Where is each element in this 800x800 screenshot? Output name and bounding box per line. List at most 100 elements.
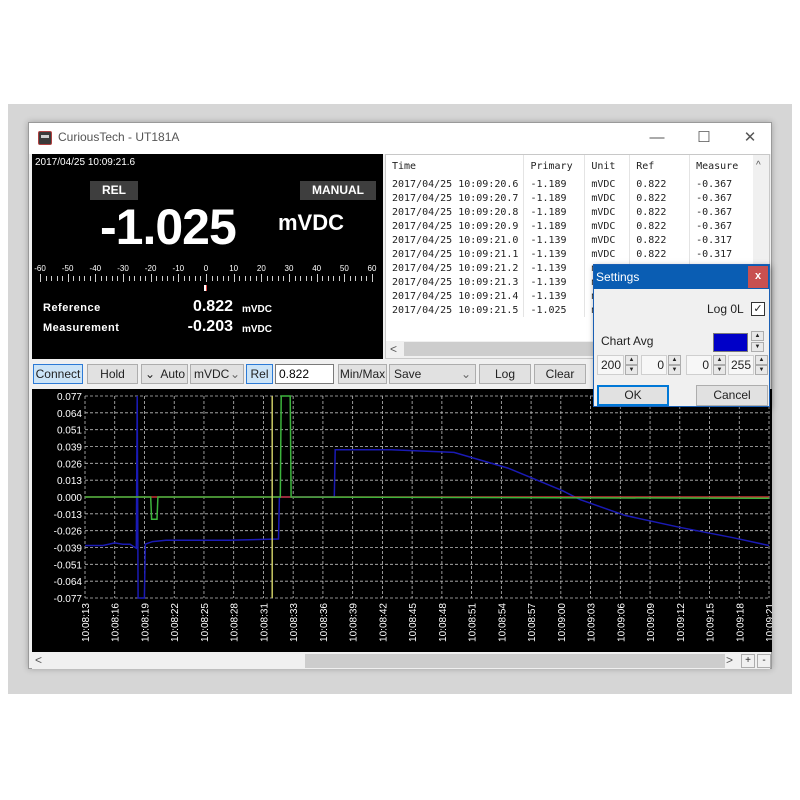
rel-value-input[interactable]: 0.822 [275,364,334,384]
red-spin-down[interactable]: ▼ [625,365,638,375]
log-row[interactable]: 2017/04/25 10:09:21.0 -1.139 mVDC 0.822 -0.3… [386,233,754,247]
unit-select-value: mVDC [194,367,230,381]
scroll-right-icon[interactable]: > [726,653,733,667]
x-tick-label: 10:08:57 [527,603,538,642]
scale-tick [200,276,202,281]
green-input[interactable]: 0 [641,355,667,375]
clear-button[interactable]: Clear [534,364,586,384]
measurement-label: Measurement [43,322,120,334]
alpha-input[interactable]: 255 [728,355,754,375]
rel-button[interactable]: Rel [246,364,273,384]
scale-tick [194,276,196,281]
scale-label: -50 [61,264,74,273]
column-header-primary[interactable]: Primary [523,155,586,177]
scale-tick [40,274,41,282]
scale-tick [327,276,329,281]
green-spin-down[interactable]: ▼ [668,365,681,375]
zoom-in-button[interactable]: + [741,654,755,668]
scroll-left-icon[interactable]: < [35,653,42,667]
minimize-button[interactable]: — [634,123,680,153]
scale-tick [117,276,119,281]
red-input[interactable]: 200 [597,355,624,375]
scale-tick [289,274,290,282]
settings-dialog: Settings x Log 0L ✓ Chart Avg ▲ ▼ 200 ▲ … [593,264,770,407]
save-select[interactable]: Save ⌄ [389,364,476,384]
column-header-unit[interactable]: Unit [584,155,631,177]
scale-tick [183,276,185,281]
alpha-spin-down[interactable]: ▼ [755,365,768,375]
series-measurement [85,395,770,521]
scale-tick [139,276,141,281]
maximize-button[interactable]: ☐ [681,123,727,153]
scale-tick [338,276,340,281]
scale-tick [178,274,180,282]
red-spin-up[interactable]: ▲ [625,355,638,365]
log-cell-measure: -0.367 [689,205,754,219]
scale-tick [372,274,373,282]
swatch-spin-up[interactable]: ▲ [751,331,764,341]
primary-unit: mVDC [278,210,345,235]
close-button[interactable]: ✕ [727,123,773,153]
reference-unit: mVDC [242,304,273,315]
primary-value: -1.025 [100,199,237,255]
hold-button[interactable]: Hold [87,364,138,384]
column-header-time[interactable]: Time [386,155,525,177]
x-tick-label: 10:09:12 [676,603,687,642]
scale-label: 0 [203,264,209,273]
chart-area[interactable]: 0.077 0.064 0.051 0.039 0.026 0.013 0.000 -0.01… [32,389,772,652]
minmax-button[interactable]: Min/Max [338,364,387,384]
blue-spin-up[interactable]: ▲ [713,355,726,365]
log-row[interactable]: 2017/04/25 10:09:20.8 -1.189 mVDC 0.822 -0.3… [386,205,754,219]
scale-label: 60 [367,264,377,273]
log-cell-ref: 0.822 [629,219,691,233]
blue-input[interactable]: 0 [686,355,712,375]
scale-label: 20 [256,264,266,273]
connect-button[interactable]: Connect [33,364,83,384]
scroll-left-icon[interactable]: < [390,342,397,356]
blue-spin-down[interactable]: ▼ [713,365,726,375]
scale-tick [189,276,191,281]
log-row[interactable]: 2017/04/25 10:09:21.1 -1.139 mVDC 0.822 -0.3… [386,247,754,261]
scale-label: -60 [34,264,46,273]
range-auto-button[interactable]: ⌄ Auto [141,364,188,384]
cancel-button[interactable]: Cancel [696,385,768,406]
settings-close-button[interactable]: x [748,266,768,288]
chart-scroll-thumb[interactable] [305,654,725,668]
log-row[interactable]: 2017/04/25 10:09:20.7 -1.189 mVDC 0.822 -0.3… [386,191,754,205]
column-header-measure[interactable]: Measure [689,155,754,177]
color-swatch[interactable] [713,333,748,352]
log-row[interactable]: 2017/04/25 10:09:20.6 -1.189 mVDC 0.822 -0.3… [386,177,754,191]
x-tick-label: 10:09:09 [646,603,657,642]
meter-timestamp: 2017/04/25 10:09:21.6 [35,157,136,168]
chart-scrollbar[interactable]: < > + - [32,653,771,669]
zoom-out-button[interactable]: - [757,654,771,668]
measurement-value: -0.203 [187,318,233,335]
log-cell-time: 2017/04/25 10:09:21.2 [386,261,525,275]
reference-label: Reference [43,302,101,314]
log-cell-primary: -1.139 [523,233,586,247]
log-cell-unit: mVDC [584,205,631,219]
log-cell-measure: -0.367 [689,177,754,191]
green-spin-up[interactable]: ▲ [668,355,681,365]
swatch-spin-down[interactable]: ▼ [751,342,764,352]
x-tick-label: 10:09:21 [765,603,772,642]
log-button[interactable]: Log [479,364,531,384]
scale-label: -10 [172,264,185,273]
y-tick-label: -0.051 [54,560,83,571]
scale-tick [305,276,307,281]
y-tick-label: 0.013 [57,476,82,487]
log-cell-measure: -0.317 [689,233,754,247]
log-ol-checkbox[interactable]: ✓ [751,302,765,316]
unit-select[interactable]: mVDC ⌄ [190,364,244,384]
alpha-spin-up[interactable]: ▲ [755,355,768,365]
log-cell-primary: -1.189 [523,191,586,205]
log-cell-ref: 0.822 [629,205,691,219]
x-tick-label: 10:08:19 [140,603,151,642]
x-tick-label: 10:08:51 [468,603,479,642]
scroll-up-icon[interactable]: ^ [756,160,761,171]
ok-button[interactable]: OK [597,385,669,406]
log-row[interactable]: 2017/04/25 10:09:20.9 -1.189 mVDC 0.822 -0.3… [386,219,754,233]
log-cell-unit: mVDC [584,177,631,191]
range-badge: MANUAL [300,181,376,200]
column-header-ref[interactable]: Ref [629,155,691,177]
